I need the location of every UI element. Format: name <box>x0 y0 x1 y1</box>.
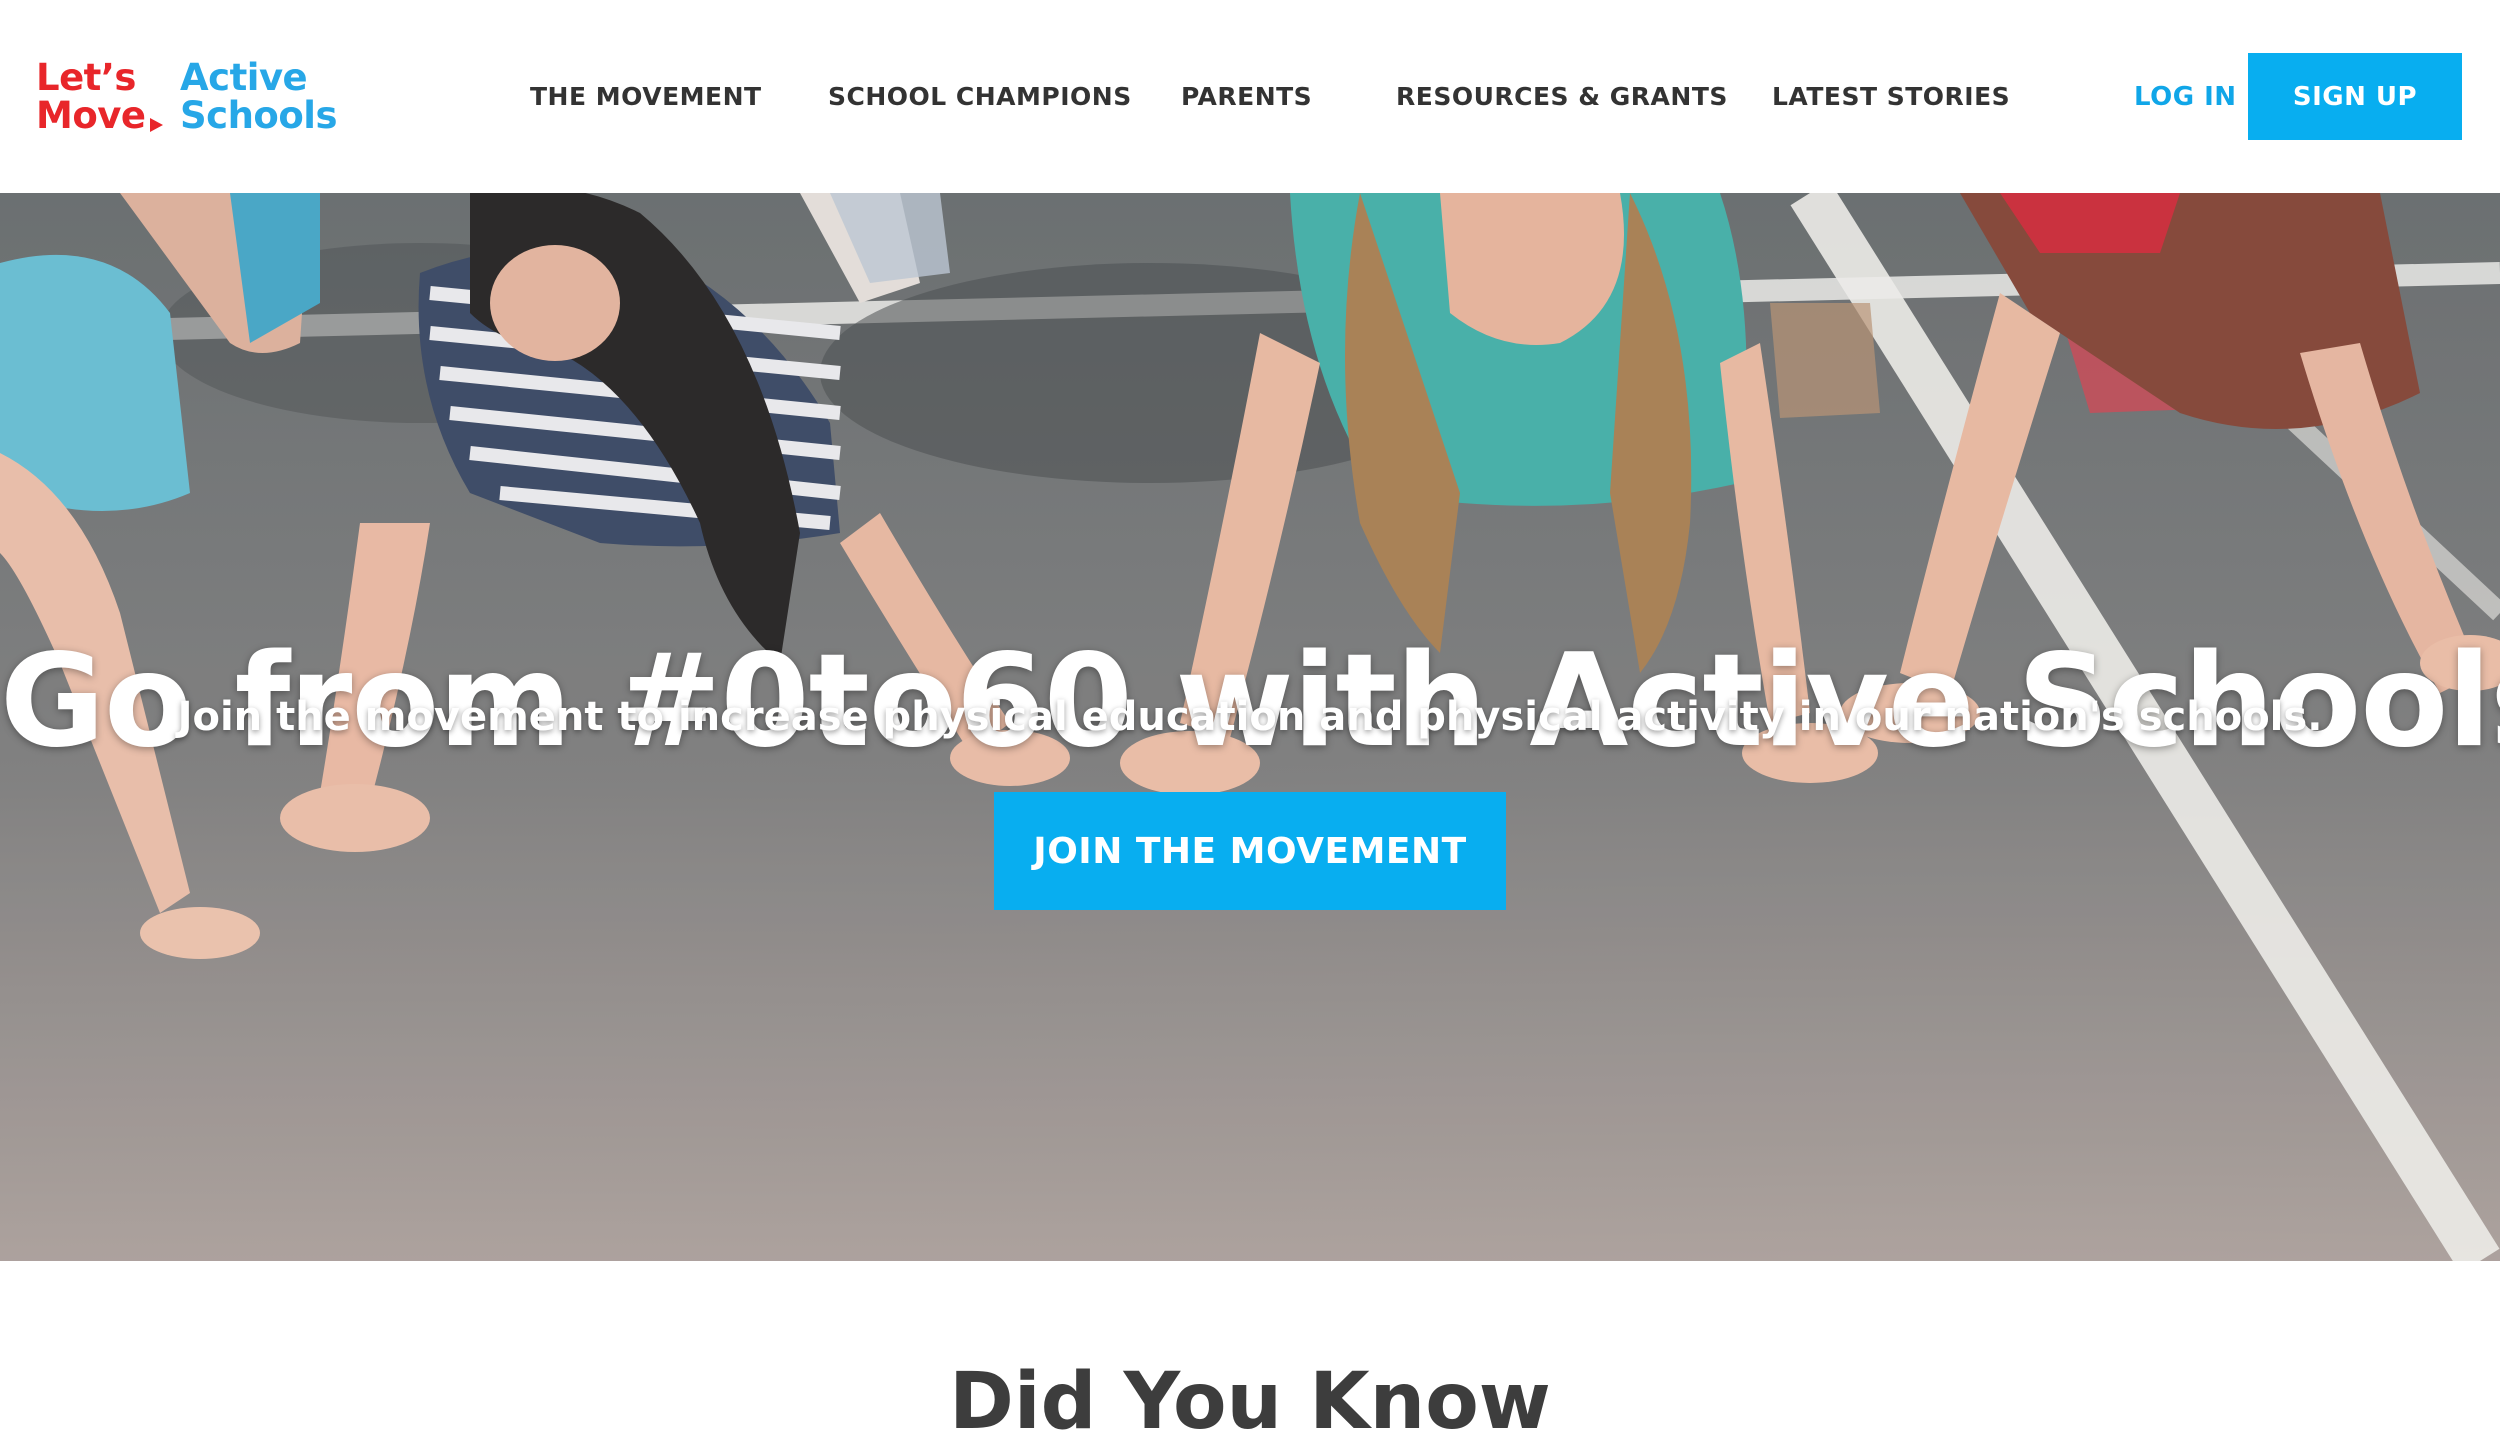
hero-banner: Go from #0to60 with Active Schools Join … <box>0 193 2500 1261</box>
logo-text-active: Active <box>180 56 308 99</box>
logo-arrow-icon <box>150 118 163 132</box>
logo-text-schools: Schools <box>180 94 337 137</box>
did-you-know-heading: Did You Know <box>949 1357 1551 1447</box>
login-link[interactable]: LOG IN <box>2134 80 2237 114</box>
join-the-movement-button[interactable]: JOIN THE MOVEMENT <box>994 792 1506 910</box>
signup-button[interactable]: SIGN UP <box>2248 53 2462 140</box>
nav-parents[interactable]: PARENTS <box>1181 80 1312 114</box>
nav-the-movement[interactable]: THE MOVEMENT <box>530 80 762 114</box>
nav-latest-stories[interactable]: LATEST STORIES <box>1772 80 2010 114</box>
logo-text-move: Move <box>36 94 146 137</box>
nav-resources-grants[interactable]: RESOURCES & GRANTS <box>1396 80 1728 114</box>
nav-school-champions[interactable]: SCHOOL CHAMPIONS <box>828 80 1132 114</box>
lets-move-active-schools-logo[interactable]: Let’s Move Active Schools <box>36 56 356 142</box>
hero-subtitle: Join the movement to increase physical e… <box>177 694 2323 740</box>
site-header: Let’s Move Active Schools THE MOVEMENT S… <box>0 0 2500 193</box>
logo-text-lets: Let’s <box>36 56 136 99</box>
